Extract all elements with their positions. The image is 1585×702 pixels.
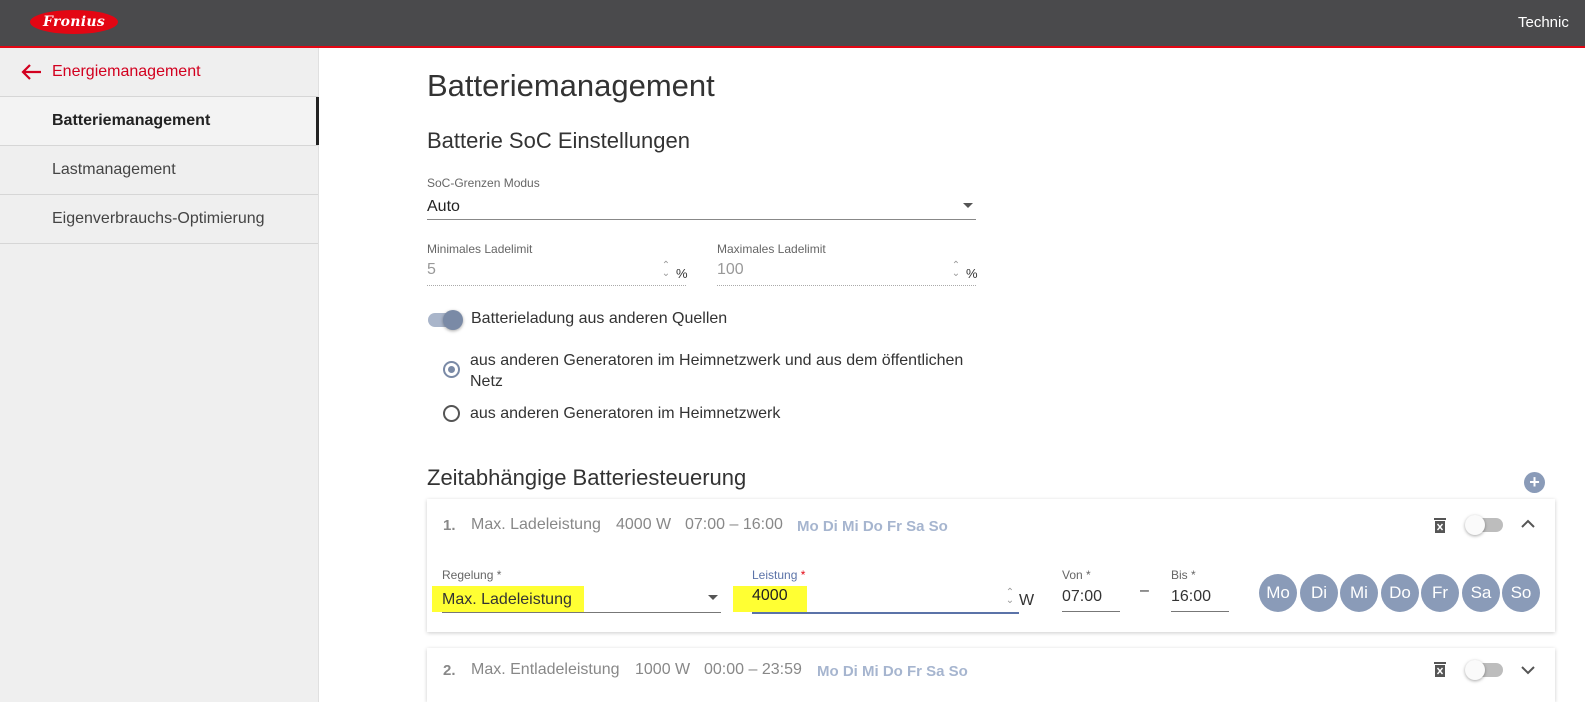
sidebar-back-energiemanagement[interactable]: Energiemanagement [0, 48, 318, 97]
radio-option-1-line2: Netz [470, 373, 503, 390]
leistung-label: Leistung * [752, 568, 806, 582]
leistung-input[interactable]: 4000 [752, 587, 788, 605]
sidebar-item-batteriemanagement[interactable]: Batteriemanagement [0, 97, 319, 146]
min-limit-unit: % [676, 266, 688, 281]
trash-icon[interactable] [1433, 661, 1447, 678]
regelung-label: Regelung * [442, 568, 502, 582]
header-user-menu[interactable]: Technic [1518, 14, 1569, 31]
sidebar-item-eigenverbrauchs-optimierung[interactable]: Eigenverbrauchs-Optimierung [0, 195, 318, 244]
von-underline [1062, 611, 1120, 612]
add-rule-button[interactable]: + [1524, 472, 1545, 493]
rule-type: Max. Entladeleistung [471, 661, 620, 678]
soc-mode-select[interactable]: Auto [427, 198, 976, 220]
leistung-unit: W [1019, 592, 1035, 609]
day-toggle-do[interactable]: Do [1381, 574, 1419, 612]
bis-input[interactable]: 16:00 [1171, 588, 1211, 606]
time-range-dash: – [1140, 582, 1149, 599]
min-limit-label: Minimales Ladelimit [427, 242, 533, 256]
fronius-logo[interactable]: Fronius [30, 10, 118, 34]
bis-label: Bis * [1171, 568, 1196, 582]
time-section-title: Zeitabhängige Batteriesteuerung [427, 465, 747, 490]
rule-number: 1. [443, 517, 456, 534]
dropdown-caret-icon[interactable] [708, 595, 718, 600]
sidebar: Energiemanagement Batteriemanagement Las… [0, 48, 319, 702]
rule-time: 00:00 – 23:59 [704, 661, 802, 678]
radio-option-1-line1: aus anderen Generatoren im Heimnetzwerk … [470, 352, 964, 369]
dropdown-caret-icon [963, 203, 973, 208]
spinner-icon[interactable]: ⌃ ⌄ [1003, 588, 1017, 606]
bis-underline [1171, 611, 1229, 612]
radio-grid-and-generators[interactable] [443, 361, 460, 378]
chevron-down-icon[interactable] [1520, 664, 1536, 676]
radio-generators-only[interactable] [443, 405, 460, 422]
leistung-underline [752, 612, 1019, 614]
max-limit-value: 100 [717, 261, 744, 278]
von-label: Von * [1062, 568, 1091, 582]
day-toggle-di[interactable]: Di [1300, 574, 1338, 612]
soc-mode-value: Auto [427, 198, 460, 215]
toggle-knob [443, 310, 463, 330]
rule-time: 07:00 – 16:00 [685, 516, 783, 533]
sidebar-item-label: Lastmanagement [52, 161, 176, 178]
sidebar-item-label: Batteriemanagement [52, 112, 211, 129]
radio-option-2-label: aus anderen Generatoren im Heimnetzwerk [470, 405, 781, 422]
toggle-knob [1465, 515, 1485, 535]
soc-section-title: Batterie SoC Einstellungen [427, 128, 690, 153]
sidebar-item-label: Eigenverbrauchs-Optimierung [52, 210, 265, 227]
page-title: Batteriemanagement [427, 68, 715, 103]
von-input[interactable]: 07:00 [1062, 588, 1102, 606]
min-limit-input[interactable]: 5 ⌃ ⌄ % [427, 261, 688, 286]
rule-power: 1000 W [635, 661, 691, 678]
day-toggle-sa[interactable]: Sa [1462, 574, 1500, 612]
charging-toggle-label: Batterieladung aus anderen Quellen [471, 310, 728, 327]
day-toggle-fr[interactable]: Fr [1421, 574, 1459, 612]
max-limit-input[interactable]: 100 ⌃ ⌄ % [717, 261, 978, 286]
rule-number: 2. [443, 662, 456, 679]
back-arrow-icon [21, 64, 41, 80]
min-limit-value: 5 [427, 261, 436, 278]
day-toggle-mi[interactable]: Mi [1340, 574, 1378, 612]
max-limit-label: Maximales Ladelimit [717, 242, 826, 256]
regelung-select-value[interactable]: Max. Ladeleistung [442, 591, 572, 609]
day-toggle-so[interactable]: So [1502, 574, 1540, 612]
sidebar-back-label: Energiemanagement [52, 63, 201, 80]
chevron-up-icon[interactable] [1520, 518, 1536, 530]
sidebar-item-lastmanagement[interactable]: Lastmanagement [0, 146, 318, 195]
spinner-icon[interactable]: ⌃ ⌄ [949, 261, 963, 279]
day-toggle-mo[interactable]: Mo [1259, 574, 1297, 612]
regelung-underline [442, 612, 721, 613]
soc-mode-label: SoC-Grenzen Modus [427, 176, 540, 190]
rule-days: Mo Di Mi Do Fr Sa So [797, 518, 948, 535]
rule-days: Mo Di Mi Do Fr Sa So [817, 663, 968, 680]
top-bar: Fronius Technic [0, 0, 1585, 48]
rule-power: 4000 W [616, 516, 672, 533]
toggle-knob [1465, 660, 1485, 680]
max-limit-unit: % [966, 266, 978, 281]
trash-icon[interactable] [1433, 517, 1447, 534]
spinner-icon[interactable]: ⌃ ⌄ [659, 261, 673, 279]
rule-type: Max. Ladeleistung [471, 516, 601, 533]
